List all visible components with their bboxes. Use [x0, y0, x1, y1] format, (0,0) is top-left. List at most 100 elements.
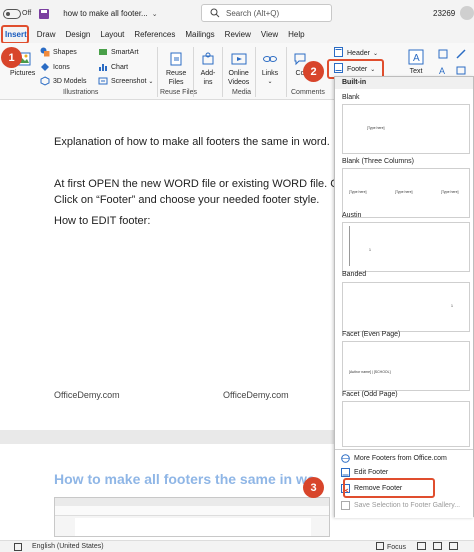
embedded-ribbon	[55, 506, 329, 516]
date-time-button[interactable]	[456, 65, 469, 75]
shapes-button[interactable]: Shapes	[40, 47, 77, 57]
tab-view[interactable]: View	[256, 27, 283, 43]
gallery-item-blank[interactable]: [Type here]	[342, 104, 470, 154]
reuse-files-label-1: Reuse	[166, 70, 187, 77]
gallery-item-facet-even[interactable]: [Author name] | [SCHOOL]	[342, 341, 470, 391]
illustrations-group-label: Illustrations	[63, 89, 99, 96]
3d-models-button[interactable]: 3D Models	[40, 76, 86, 86]
reuse-files-icon	[167, 51, 185, 67]
save-gallery-icon	[341, 501, 350, 510]
gallery-sample-text: [Type here]	[441, 190, 459, 194]
edit-footer-command[interactable]: Edit Footer	[341, 468, 388, 477]
save-icon[interactable]	[39, 8, 50, 19]
gallery-item-blank-three-columns[interactable]: [Type here] [Type here] [Type here]	[342, 168, 470, 218]
icons-button[interactable]: Icons	[40, 62, 70, 72]
online-videos-label-1: Online	[228, 70, 249, 77]
screenshot-label: Screenshot	[111, 77, 147, 85]
focus-icon	[376, 542, 384, 552]
gallery-sample-text: 1	[369, 248, 371, 252]
watermark-text: OfficeDemy.com	[54, 390, 120, 400]
reuse-files-button[interactable]: Reuse Files	[166, 51, 186, 87]
media-group-label: Media	[232, 89, 252, 96]
tab-help[interactable]: Help	[283, 27, 309, 43]
read-mode-icon[interactable]	[417, 542, 426, 552]
video-icon	[230, 51, 248, 67]
header-button[interactable]: Header ⌄	[334, 47, 378, 59]
more-footers-command[interactable]: More Footers from Office.com	[341, 454, 447, 463]
document-line: How to EDIT footer:	[54, 215, 151, 227]
chart-label: Chart	[111, 63, 129, 71]
tab-mailings[interactable]: Mailings	[180, 27, 219, 43]
signature-line-button[interactable]	[456, 49, 469, 59]
chart-button[interactable]: Chart	[98, 62, 128, 72]
group-divider	[286, 47, 287, 97]
gallery-item-banded[interactable]: 1	[342, 282, 470, 332]
text-box-button[interactable]: A Text	[407, 49, 425, 76]
language-indicator[interactable]: English (United States)	[32, 543, 104, 550]
smartart-button[interactable]: SmartArt	[98, 47, 139, 57]
pencil-icon	[456, 49, 466, 59]
chart-icon	[98, 62, 108, 72]
shapes-icon	[40, 47, 50, 57]
print-layout-icon[interactable]	[433, 542, 442, 552]
screenshot-icon	[98, 76, 108, 86]
add-ins-icon	[199, 51, 217, 67]
embedded-title-bar	[55, 498, 329, 506]
search-input[interactable]: Search (Alt+Q)	[201, 4, 332, 22]
chevron-down-icon: ⌄	[267, 79, 273, 85]
web-layout-icon[interactable]	[449, 542, 458, 552]
reuse-files-group-label: Reuse Files	[160, 89, 197, 96]
header-icon	[334, 47, 343, 59]
gallery-border-line	[349, 226, 350, 266]
add-ins-button[interactable]: Add- ins	[199, 51, 217, 87]
gallery-item-label: Facet (Even Page)	[342, 331, 401, 338]
search-icon	[210, 8, 220, 18]
comments-group-label: Comments	[291, 89, 325, 96]
chevron-down-icon[interactable]: ⌄	[152, 10, 158, 18]
gallery-item-austin[interactable]: 1	[342, 222, 470, 272]
proofing-icon[interactable]	[14, 542, 22, 551]
gallery-sample-text: 1	[451, 304, 453, 308]
group-divider	[157, 47, 158, 97]
links-button[interactable]: Links ⌄	[261, 51, 279, 87]
tab-draw[interactable]: Draw	[32, 27, 61, 43]
watermark-text: OfficeDemy.com	[223, 390, 289, 400]
chevron-down-icon: ⌄	[148, 78, 154, 85]
quick-parts-icon	[438, 49, 448, 59]
quick-parts-button[interactable]	[438, 49, 451, 59]
gallery-sample-text: [Author name] | [SCHOOL]	[349, 370, 391, 374]
save-selection-command[interactable]: Save Selection to Footer Gallery...	[341, 501, 460, 510]
edit-footer-label: Edit Footer	[354, 469, 389, 476]
gallery-item-label: Blank	[342, 94, 360, 101]
embedded-page	[75, 518, 311, 536]
status-bar: English (United States) Focus	[0, 540, 474, 552]
tab-design[interactable]: Design	[60, 27, 95, 43]
online-videos-button[interactable]: Online Videos	[228, 51, 249, 87]
gallery-item-facet-odd[interactable]	[342, 401, 470, 447]
wordart-button[interactable]: A	[438, 65, 451, 75]
link-icon	[261, 51, 279, 67]
text-label: Text	[409, 68, 423, 75]
tab-references[interactable]: References	[129, 27, 180, 43]
cube-icon	[40, 76, 50, 86]
tab-layout[interactable]: Layout	[95, 27, 129, 43]
icons-icon	[40, 62, 50, 72]
focus-label: Focus	[387, 543, 407, 551]
smartart-label: SmartArt	[111, 48, 139, 56]
search-placeholder: Search (Alt+Q)	[226, 8, 280, 18]
step-badge-2: 2	[303, 61, 324, 82]
gallery-sample-text: [Type here]	[395, 190, 413, 194]
document-line: Explanation of how to make all footers t…	[54, 136, 330, 148]
status-focus[interactable]: Focus	[376, 542, 406, 552]
gallery-item-label: Facet (Odd Page)	[342, 391, 398, 398]
gallery-item-label: Banded	[342, 271, 367, 278]
group-divider	[193, 47, 194, 97]
avatar[interactable]	[460, 6, 474, 20]
screenshot-button[interactable]: Screenshot ⌄	[98, 76, 153, 86]
document-line: Click on “Footer” and choose your needed…	[54, 194, 320, 206]
document-title[interactable]: how to make all footer...	[63, 9, 148, 18]
autosave-toggle[interactable]	[3, 8, 21, 19]
pictures-label: Pictures	[10, 70, 36, 77]
tab-review[interactable]: Review	[220, 27, 256, 43]
edit-footer-icon	[341, 468, 350, 477]
